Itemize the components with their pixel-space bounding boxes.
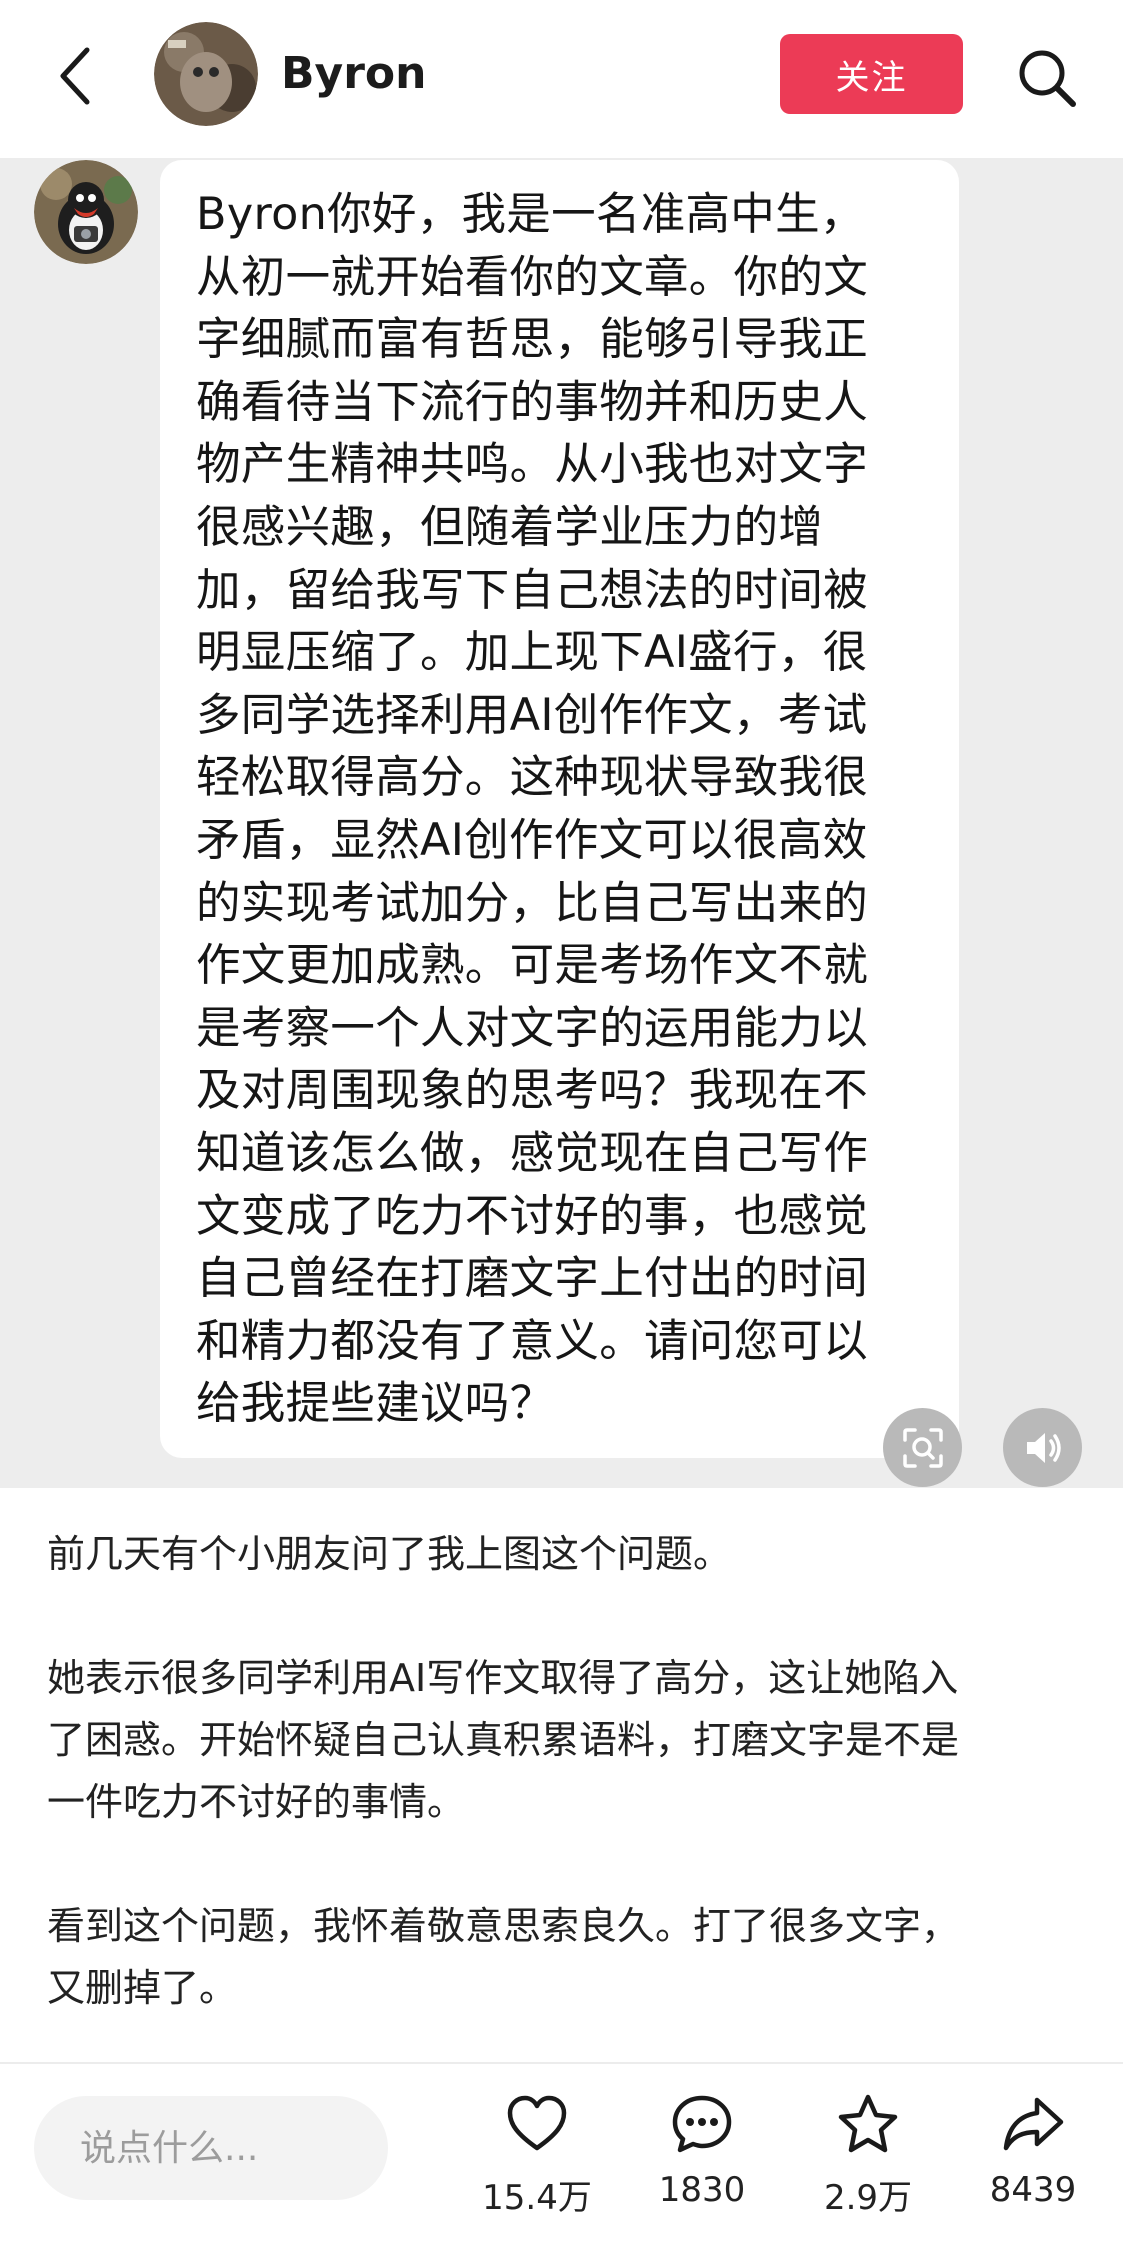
follow-button[interactable]: 关注 xyxy=(780,34,963,114)
search-button[interactable] xyxy=(1007,38,1087,118)
post-image[interactable]: Byron你好，我是一名准高中生， 从初一就开始看你的文章。你的文 字细腻而富有… xyxy=(0,160,1123,1488)
message-line: 给我提些建议吗？ xyxy=(196,1378,555,1430)
message-line: 很感兴趣，但随着学业压力的增 xyxy=(196,501,824,553)
message-line: 矛盾，显然AI创作作文可以很高效 xyxy=(196,814,868,866)
like-button[interactable]: 15.4万 xyxy=(462,2086,612,2236)
post-paragraph: 一件吃力不讨好的事情。 xyxy=(47,1780,466,1824)
back-button[interactable] xyxy=(40,36,110,116)
comment-icon xyxy=(672,2095,732,2153)
post-paragraph: 她表示很多同学利用AI写作文取得了高分，这让她陷入 xyxy=(47,1656,959,1700)
message-line: 加，留给我写下自己想法的时间被 xyxy=(196,564,869,616)
scan-text-icon xyxy=(902,1427,943,1468)
message-line: 作文更加成熟。可是考场作文不就 xyxy=(196,940,869,992)
post-paragraph-spacer xyxy=(47,1585,1082,1647)
chevron-left-icon xyxy=(60,47,90,105)
message-line: 知道该怎么做，感觉现在自己写作 xyxy=(196,1127,869,1179)
favorite-button[interactable]: 2.9万 xyxy=(793,2086,943,2236)
heart-icon xyxy=(507,2095,567,2151)
message-line: 多同学选择利用AI创作作文，考试 xyxy=(196,689,868,741)
post-paragraph-spacer xyxy=(47,1833,1082,1895)
message-line: 明显压缩了。加上现下AI盛行，很 xyxy=(196,627,868,679)
comment-button[interactable]: 1830 xyxy=(627,2086,777,2236)
post-paragraph: 看到这个问题，我怀着敬意思索良久。打了很多文字， xyxy=(47,1904,960,1948)
message-line: 及对周围现象的思考吗？我现在不 xyxy=(196,1065,869,1117)
message-line: Byron你好，我是一名准高中生， xyxy=(196,189,865,240)
bottom-action-bar: 15.4万 1830 2.9万 8439 xyxy=(0,2062,1123,2250)
comment-input[interactable] xyxy=(34,2096,388,2200)
message-line: 和精力都没有了意义。请问您可以 xyxy=(196,1315,869,1367)
post-paragraph: 前几天有个小朋友问了我上图这个问题。 xyxy=(47,1532,732,1576)
message-line: 轻松取得高分。这种现状导致我很 xyxy=(196,752,869,804)
message-line: 文变成了吃力不讨好的事，也感觉 xyxy=(196,1190,869,1242)
like-count: 15.4万 xyxy=(482,2178,592,2218)
message-line: 物产生精神共鸣。从小我也对文字 xyxy=(196,439,869,491)
star-icon xyxy=(838,2094,898,2153)
share-icon xyxy=(1003,2097,1064,2151)
message-line: 自己曾经在打磨文字上付出的时间 xyxy=(196,1253,869,1305)
message-line: 确看待当下流行的事物并和历史人 xyxy=(196,376,869,428)
author-name[interactable]: Byron xyxy=(281,44,426,104)
scan-text-button[interactable] xyxy=(883,1408,962,1487)
sender-avatar xyxy=(34,160,138,264)
comment-count: 1830 xyxy=(658,2170,746,2210)
post-paragraph: 又删掉了。 xyxy=(47,1966,238,2010)
share-button[interactable]: 8439 xyxy=(958,2086,1108,2236)
share-count: 8439 xyxy=(989,2170,1077,2210)
message-text: Byron你好，我是一名准高中生， 从初一就开始看你的文章。你的文 字细腻而富有… xyxy=(196,184,923,1436)
message-line: 是考察一个人对文字的运用能力以 xyxy=(196,1002,869,1054)
message-line: 的实现考试加分，比自己写出来的 xyxy=(196,877,869,929)
favorite-count: 2.9万 xyxy=(823,2178,913,2218)
top-nav-bar: Byron 关注 xyxy=(0,0,1123,160)
speaker-icon xyxy=(1026,1432,1061,1463)
message-bubble: Byron你好，我是一名准高中生， 从初一就开始看你的文章。你的文 字细腻而富有… xyxy=(160,160,959,1458)
author-avatar[interactable] xyxy=(154,22,258,126)
read-aloud-button[interactable] xyxy=(1003,1408,1082,1487)
search-icon xyxy=(1019,50,1076,107)
post-content: 前几天有个小朋友问了我上图这个问题。 她表示很多同学利用AI写作文取得了高分，这… xyxy=(47,1523,1082,2019)
message-line: 字细腻而富有哲思，能够引导我正 xyxy=(196,314,869,366)
post-paragraph: 了困惑。开始怀疑自己认真积累语料，打磨文字是不是 xyxy=(47,1718,960,1762)
message-line: 从初一就开始看你的文章。你的文 xyxy=(196,251,869,303)
